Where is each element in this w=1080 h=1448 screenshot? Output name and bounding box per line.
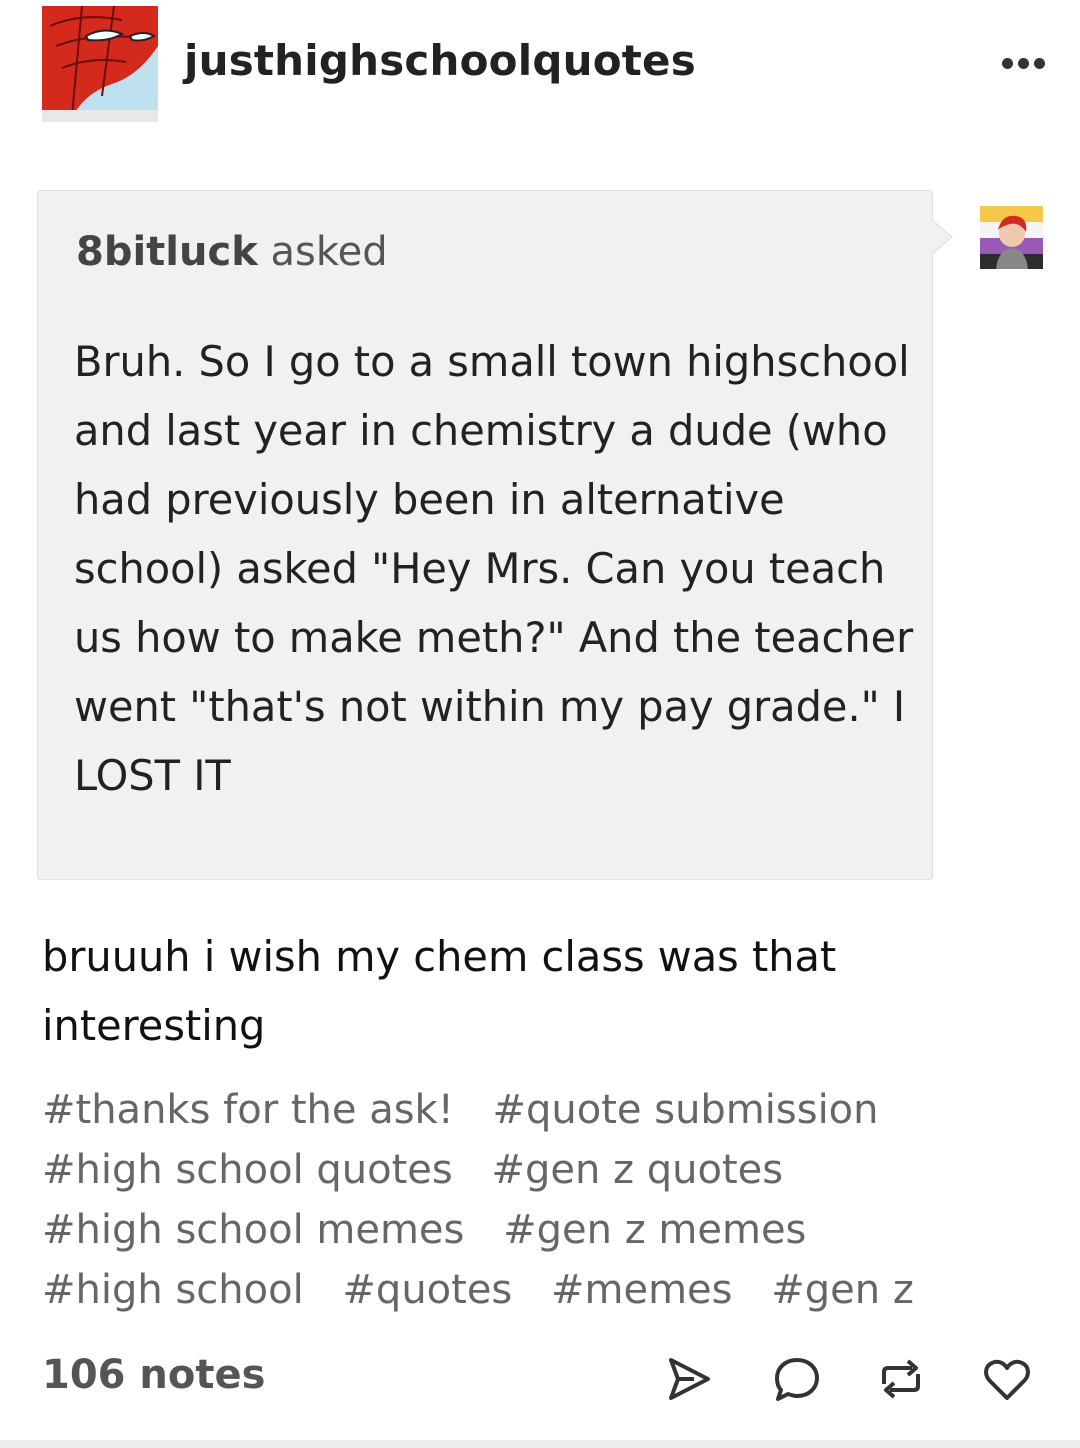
spiderman-avatar-icon: [42, 6, 158, 122]
asker-avatar[interactable]: [980, 206, 1043, 269]
asker-avatar-icon: [980, 206, 1043, 269]
ask-pointer: [925, 218, 953, 256]
share-icon[interactable]: [664, 1354, 714, 1404]
tag[interactable]: #memes: [551, 1267, 733, 1313]
tag[interactable]: #high school: [42, 1267, 304, 1313]
reblog-icon[interactable]: [876, 1354, 926, 1404]
more-options-icon[interactable]: [1002, 58, 1045, 69]
asker-name[interactable]: 8bitluck: [76, 229, 258, 275]
asked-label: asked: [270, 229, 388, 275]
ask-box: 8bitluck asked Bruh. So I go to a small …: [37, 190, 933, 880]
tag[interactable]: #gen z memes: [503, 1207, 806, 1253]
tag[interactable]: #gen z: [771, 1267, 914, 1313]
answer-text: bruuuh i wish my chem class was that int…: [42, 932, 837, 1050]
tag[interactable]: #quote submission: [492, 1087, 878, 1133]
ask-question: Bruh. So I go to a small town highschool…: [74, 337, 914, 800]
tag[interactable]: #quotes: [342, 1267, 512, 1313]
tag[interactable]: #high school quotes: [42, 1147, 453, 1193]
blog-name[interactable]: justhighschoolquotes: [184, 36, 696, 85]
asker-line: 8bitluck asked: [76, 229, 388, 275]
tag-list: #thanks for the ask! #quote submission #…: [42, 1080, 942, 1320]
tag[interactable]: #thanks for the ask!: [42, 1087, 454, 1133]
post-divider: [0, 1440, 1080, 1448]
reply-icon[interactable]: [772, 1354, 822, 1404]
tag[interactable]: #high school memes: [42, 1207, 464, 1253]
like-icon[interactable]: [982, 1354, 1032, 1404]
notes-count[interactable]: 106 notes: [42, 1352, 265, 1398]
tag[interactable]: #gen z quotes: [491, 1147, 783, 1193]
blog-avatar[interactable]: [42, 6, 158, 122]
